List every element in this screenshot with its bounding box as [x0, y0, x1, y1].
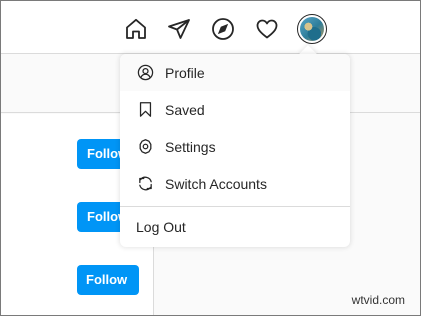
- menu-item-switch-accounts[interactable]: Switch Accounts: [120, 165, 350, 202]
- menu-item-label: Switch Accounts: [165, 175, 267, 192]
- logout-button[interactable]: Log Out: [120, 207, 350, 247]
- home-icon[interactable]: [123, 16, 149, 42]
- menu-item-label: Settings: [165, 138, 216, 155]
- settings-gear-icon: [136, 138, 154, 156]
- avatar-image: [300, 17, 324, 41]
- top-navigation-bar: [1, 1, 420, 54]
- activity-heart-icon[interactable]: [254, 16, 280, 42]
- menu-item-profile[interactable]: Profile: [120, 54, 350, 91]
- menu-item-settings[interactable]: Settings: [120, 128, 350, 165]
- profile-icon: [136, 64, 154, 82]
- direct-messages-icon[interactable]: [166, 16, 192, 42]
- menu-item-label: Profile: [165, 64, 205, 81]
- watermark: wtvid.com: [351, 293, 405, 307]
- explore-icon[interactable]: [210, 16, 236, 42]
- profile-dropdown-menu: Profile Saved Settings Switch Accounts L…: [120, 54, 350, 247]
- menu-item-label: Saved: [165, 101, 205, 118]
- switch-accounts-icon: [136, 175, 154, 193]
- menu-item-saved[interactable]: Saved: [120, 91, 350, 128]
- profile-avatar[interactable]: [297, 14, 327, 44]
- bookmark-icon: [136, 101, 154, 119]
- follow-button[interactable]: Follow: [77, 265, 139, 295]
